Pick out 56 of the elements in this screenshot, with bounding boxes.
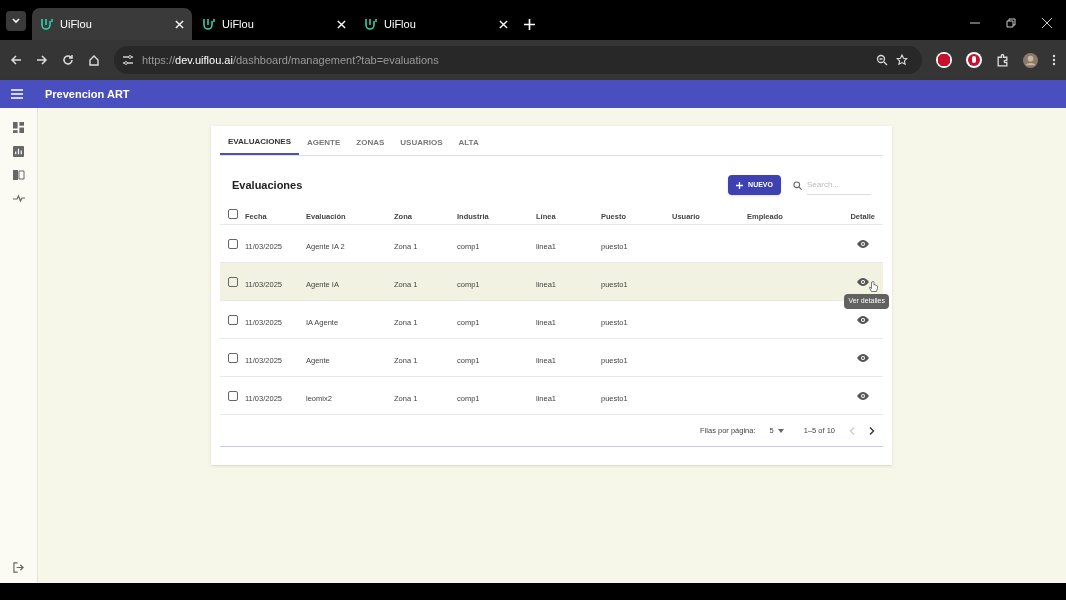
zoom-icon[interactable] bbox=[876, 54, 888, 66]
checkbox[interactable] bbox=[228, 314, 238, 325]
hand-icon[interactable] bbox=[966, 52, 982, 68]
restore-icon[interactable] bbox=[1006, 18, 1016, 28]
caret-icon bbox=[11, 16, 21, 26]
tab[interactable]: EVALUACIONES bbox=[220, 130, 299, 155]
puzzle-icon[interactable] bbox=[996, 53, 1009, 67]
dashboard-icon[interactable] bbox=[13, 122, 24, 133]
chevron-right-icon[interactable] bbox=[869, 426, 875, 435]
checkbox[interactable] bbox=[228, 276, 238, 287]
menu-icon[interactable] bbox=[11, 89, 23, 99]
caret-icon bbox=[777, 428, 784, 433]
browser-tab[interactable]: UiFlou bbox=[32, 8, 192, 40]
back-icon[interactable] bbox=[10, 54, 22, 66]
book-icon[interactable] bbox=[12, 170, 25, 180]
pulse-icon[interactable] bbox=[12, 193, 25, 203]
tab-title: UiFlou bbox=[384, 16, 417, 32]
eye-icon[interactable] bbox=[857, 315, 869, 324]
tab-title: UiFlou bbox=[60, 16, 93, 32]
site-settings-icon[interactable] bbox=[122, 54, 134, 66]
checkbox[interactable] bbox=[228, 352, 238, 363]
more-icon[interactable] bbox=[1052, 54, 1056, 66]
app-title: Prevencion ART bbox=[45, 86, 130, 102]
table-title: Evaluaciones bbox=[232, 177, 304, 193]
home-icon[interactable] bbox=[88, 54, 100, 66]
chart-icon[interactable] bbox=[13, 146, 24, 157]
eye-icon[interactable] bbox=[857, 239, 869, 248]
plus-icon[interactable] bbox=[524, 19, 535, 30]
eye-icon[interactable] bbox=[857, 277, 869, 286]
checkbox[interactable] bbox=[228, 238, 238, 249]
close-icon[interactable] bbox=[1042, 18, 1052, 28]
reload-icon[interactable] bbox=[62, 54, 74, 66]
tab[interactable]: USUARIOS bbox=[392, 130, 451, 155]
avatar-icon[interactable] bbox=[1023, 52, 1038, 68]
star-icon[interactable] bbox=[896, 54, 908, 66]
logo-icon bbox=[40, 17, 54, 31]
eye-icon[interactable] bbox=[857, 391, 869, 400]
forward-icon[interactable] bbox=[36, 54, 48, 66]
tab-list-button[interactable] bbox=[6, 11, 26, 31]
address-bar[interactable]: https://dev.uiflou.ai/dashboard/management?tab=evaluations bbox=[114, 46, 922, 74]
search-icon bbox=[793, 180, 802, 190]
eye-icon[interactable] bbox=[857, 353, 869, 362]
stop-sign-icon[interactable] bbox=[936, 52, 952, 68]
tab[interactable]: AGENTE bbox=[298, 130, 349, 155]
logo-icon bbox=[202, 17, 216, 31]
url-text: https://dev.uiflou.ai/dashboard/management?tab=evaluations bbox=[142, 52, 440, 68]
tab[interactable]: ALTA bbox=[450, 130, 487, 155]
checkbox[interactable] bbox=[228, 208, 238, 219]
checkbox[interactable] bbox=[228, 390, 238, 401]
tab-title: UiFlou bbox=[222, 16, 255, 32]
tab[interactable]: ZONAS bbox=[348, 130, 393, 155]
logo-icon bbox=[364, 17, 378, 31]
logout-icon[interactable] bbox=[13, 562, 24, 573]
hand-cursor-icon bbox=[869, 281, 878, 293]
search-field[interactable]: Search... bbox=[807, 175, 871, 195]
plus-icon bbox=[736, 181, 744, 189]
